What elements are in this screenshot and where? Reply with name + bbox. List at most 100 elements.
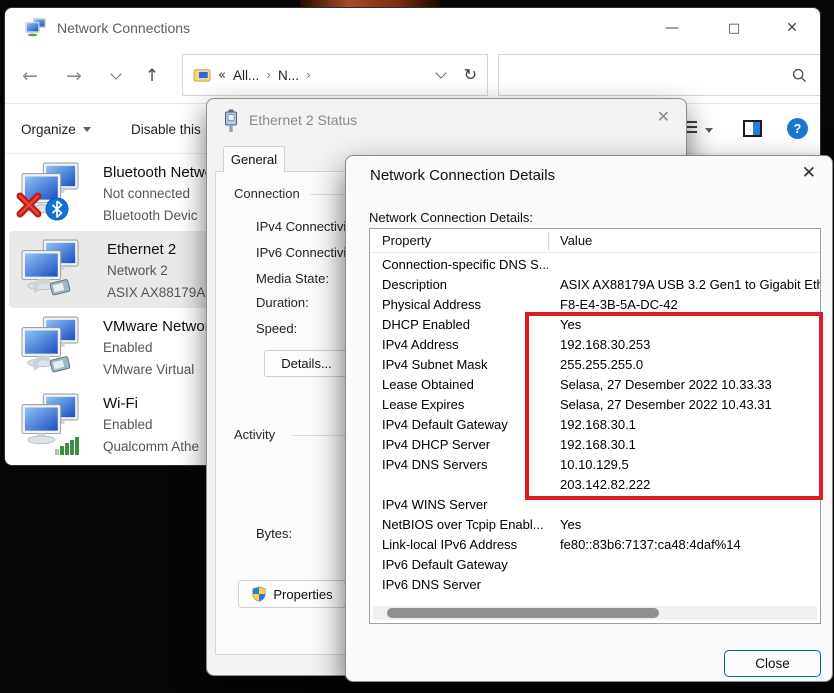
column-header-property[interactable]: Property	[382, 233, 431, 248]
table-row[interactable]: Lease Obtained Selasa, 27 Desember 2022 …	[370, 375, 820, 395]
table-row[interactable]: IPv6 Default Gateway	[370, 555, 820, 575]
network-folder-icon	[193, 67, 211, 83]
property-cell: Physical Address	[382, 297, 548, 312]
ethernet-plug-icon	[31, 351, 75, 380]
organize-label: Organize	[21, 122, 76, 137]
property-cell: IPv4 Default Gateway	[382, 417, 548, 432]
ipv6-connectivity-label: IPv6 Connectivit	[256, 245, 350, 260]
property-cell: IPv4 Address	[382, 337, 548, 352]
close-icon[interactable]: ✕	[802, 165, 816, 182]
value-cell: 10.10.129.5	[560, 457, 820, 472]
breadcrumb-separator-icon: ›	[306, 69, 311, 81]
organize-button[interactable]: Organize	[21, 104, 91, 154]
search-icon[interactable]	[792, 68, 807, 83]
address-dropdown-chevron-icon[interactable]	[435, 67, 446, 78]
ethernet-plug-icon	[31, 274, 75, 303]
bluetooth-icon	[45, 197, 69, 226]
table-row[interactable]: IPv4 Address 192.168.30.253	[370, 335, 820, 355]
dialog-title: Ethernet 2 Status	[249, 112, 357, 128]
breadcrumb-overflow-icon[interactable]: «	[218, 69, 226, 82]
media-state-label: Media State:	[256, 271, 329, 286]
close-button[interactable]: Close	[724, 650, 821, 677]
network-adapter-icon	[19, 162, 87, 224]
table-row[interactable]: Connection-specific DNS S...	[370, 255, 820, 275]
help-icon[interactable]: ?	[787, 118, 808, 139]
up-icon[interactable]: ↑	[139, 48, 165, 104]
horizontal-scrollbar[interactable]	[373, 606, 817, 620]
value-cell: 192.168.30.1	[560, 417, 820, 432]
table-row[interactable]: 203.142.82.222	[370, 475, 820, 495]
details-sublabel: Network Connection Details:	[369, 210, 533, 225]
view-options-chevron-icon[interactable]	[705, 128, 713, 133]
tab-general[interactable]: General	[223, 146, 285, 172]
ethernet-adapter-icon	[223, 109, 239, 133]
table-row[interactable]: IPv6 DNS Server	[370, 575, 820, 595]
value-cell: Yes	[560, 517, 820, 532]
property-cell: IPv4 DNS Servers	[382, 457, 548, 472]
connection-status: Enabled	[103, 340, 153, 355]
table-row[interactable]: IPv4 Default Gateway 192.168.30.1	[370, 415, 820, 435]
property-cell: DHCP Enabled	[382, 317, 548, 332]
property-cell: Lease Obtained	[382, 377, 548, 392]
table-row[interactable]: Lease Expires Selasa, 27 Desember 2022 1…	[370, 395, 820, 415]
uac-shield-icon	[251, 586, 267, 602]
table-row[interactable]: DHCP Enabled Yes	[370, 315, 820, 335]
property-cell: Lease Expires	[382, 397, 548, 412]
breadcrumb-item-1[interactable]: All...	[233, 68, 259, 83]
property-cell: IPv4 Subnet Mask	[382, 357, 548, 372]
connection-name: VMware Networ	[103, 318, 210, 335]
property-cell: IPv6 Default Gateway	[382, 557, 548, 572]
close-icon[interactable]: ✕	[775, 15, 809, 41]
preview-pane-icon[interactable]	[743, 120, 762, 137]
disable-device-button[interactable]: Disable this	[131, 104, 201, 154]
network-connection-details-dialog: Network Connection Details ✕ Network Con…	[345, 155, 833, 682]
chevron-down-icon	[83, 127, 91, 132]
network-adapter-icon	[19, 316, 87, 378]
connection-status: Not connected	[103, 186, 190, 201]
wifi-signal-icon	[55, 437, 79, 455]
forward-icon[interactable]: →	[61, 48, 87, 104]
close-icon[interactable]: ✕	[657, 109, 670, 125]
minimize-icon[interactable]: —	[655, 15, 689, 41]
property-cell: NetBIOS over Tcpip Enabl...	[382, 517, 548, 532]
activity-group-label: Activity	[234, 427, 281, 442]
details-table: Property Value Connection-specific DNS S…	[369, 228, 821, 624]
title-bar: Network Connections — □ ✕	[5, 8, 820, 48]
search-input[interactable]	[499, 55, 792, 95]
table-row[interactable]: IPv4 DHCP Server 192.168.30.1	[370, 435, 820, 455]
column-divider	[548, 232, 549, 250]
properties-label: Properties	[273, 587, 332, 602]
value-cell: F8-E4-3B-5A-DC-42	[560, 297, 820, 312]
column-header-value[interactable]: Value	[560, 233, 592, 248]
maximize-icon[interactable]: □	[717, 15, 751, 41]
table-row[interactable]: Link-local IPv6 Address fe80::83b6:7137:…	[370, 535, 820, 555]
table-rows: Connection-specific DNS S... Description…	[370, 255, 820, 595]
network-connections-app-icon	[25, 18, 47, 38]
breadcrumb-separator-icon: ›	[266, 69, 271, 81]
property-cell: IPv4 DHCP Server	[382, 437, 548, 452]
breadcrumb-item-2[interactable]: N...	[278, 68, 299, 83]
value-cell: 192.168.30.1	[560, 437, 820, 452]
table-row[interactable]: Physical Address F8-E4-3B-5A-DC-42	[370, 295, 820, 315]
table-header: Property Value	[370, 229, 820, 253]
table-row[interactable]: IPv4 DNS Servers 10.10.129.5	[370, 455, 820, 475]
value-cell: 203.142.82.222	[560, 477, 820, 492]
property-cell: Connection-specific DNS S...	[382, 257, 548, 272]
window-title: Network Connections	[57, 20, 190, 36]
disconnected-x-icon	[15, 191, 43, 224]
back-icon[interactable]: ←	[17, 48, 43, 104]
table-row[interactable]: NetBIOS over Tcpip Enabl... Yes	[370, 515, 820, 535]
property-cell: IPv4 WINS Server	[382, 497, 548, 512]
refresh-icon[interactable]: ↻	[464, 67, 477, 83]
table-row[interactable]: IPv4 Subnet Mask 255.255.255.0	[370, 355, 820, 375]
table-row[interactable]: Description ASIX AX88179A USB 3.2 Gen1 t…	[370, 275, 820, 295]
scrollbar-thumb[interactable]	[387, 608, 659, 618]
table-row[interactable]: IPv4 WINS Server	[370, 495, 820, 515]
connection-name: Wi-Fi	[103, 395, 138, 412]
properties-button[interactable]: Properties	[238, 580, 346, 608]
search-box	[498, 54, 821, 96]
property-cell: Link-local IPv6 Address	[382, 537, 548, 552]
address-bar[interactable]: « All... › N... › ↻	[182, 54, 488, 96]
recent-locations-chevron-icon[interactable]	[103, 48, 129, 104]
details-button[interactable]: Details...	[264, 350, 349, 377]
